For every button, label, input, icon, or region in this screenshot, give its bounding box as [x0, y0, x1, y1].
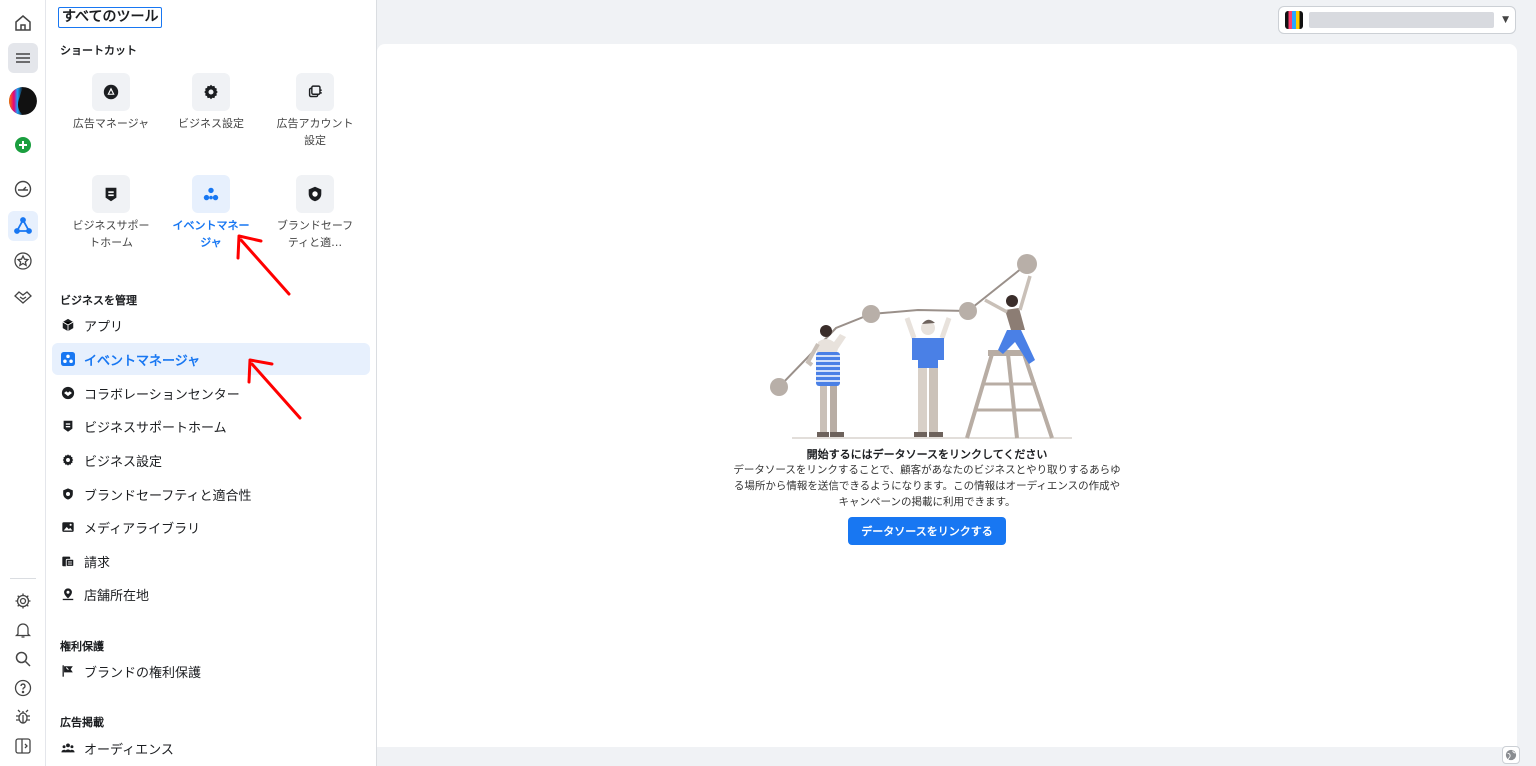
redacted-account-name: [1309, 12, 1495, 28]
help-icon[interactable]: [8, 673, 38, 703]
menu-item-business-settings[interactable]: ビジネス設定: [52, 444, 370, 476]
location-pin-icon: [60, 586, 76, 602]
menu-item-brand-safety[interactable]: ブランドセーフティと適合性: [52, 478, 370, 510]
shortcut-label: ビジネス設定: [178, 117, 244, 130]
panel-title: すべてのツール: [58, 7, 163, 28]
menu-item-collaboration-center[interactable]: コラボレーションセンター: [52, 377, 370, 409]
image-icon: [60, 519, 76, 535]
link-data-source-button[interactable]: データソースをリンクする: [848, 517, 1006, 545]
menu-item-label: コラボレーションセンター: [84, 387, 240, 403]
menu-item-store-locations[interactable]: 店舗所在地: [52, 578, 370, 610]
empty-state-illustration: [770, 254, 1072, 439]
events-manager-icon[interactable]: [8, 211, 38, 241]
advertising-heading: 広告掲載: [60, 716, 104, 729]
rights-protection-heading: 権利保護: [60, 640, 104, 653]
left-icon-rail: [0, 0, 46, 766]
business-account-selector[interactable]: ▼: [1278, 6, 1516, 34]
shortcut-events-manager[interactable]: イベントマネージャ: [161, 175, 261, 251]
events-manager-icon: [60, 351, 76, 367]
menu-item-audiences[interactable]: オーディエンス: [52, 732, 370, 764]
sidebar-toggle-icon[interactable]: [8, 731, 38, 761]
menu-item-media-library[interactable]: メディアライブラリ: [52, 511, 370, 543]
menu-item-events-manager[interactable]: イベントマネージャ: [52, 343, 370, 375]
shortcut-label: イベントマネージャ: [172, 219, 250, 249]
shortcuts-heading: ショートカット: [60, 44, 137, 57]
menu-item-label: オーディエンス: [84, 742, 174, 758]
empty-state-title: 開始するにはデータソースをリンクしてください: [806, 448, 1048, 461]
shortcut-ads-manager[interactable]: 広告マネージャ: [61, 73, 161, 132]
gear-icon: [60, 452, 76, 468]
star-badge-icon[interactable]: [8, 246, 38, 276]
shortcut-business-support-home[interactable]: ビジネスサポートホーム: [61, 175, 161, 251]
cube-icon: [60, 317, 76, 333]
top-bar: ▼: [377, 0, 1536, 44]
gauge-icon[interactable]: [8, 174, 38, 204]
search-icon[interactable]: [8, 644, 38, 674]
manage-business-heading: ビジネスを管理: [60, 294, 137, 307]
globe-icon[interactable]: [1502, 746, 1520, 764]
menu-item-brand-rights-protection[interactable]: ブランドの権利保護: [52, 655, 370, 687]
settings-gear-icon[interactable]: [8, 586, 38, 616]
business-logo: [1285, 11, 1303, 29]
menu-item-label: 店舗所在地: [84, 588, 150, 604]
shortcut-label: ビジネスサポートホーム: [72, 219, 150, 249]
main-content: 開始するにはデータソースをリンクしてください データソースをリンクすることで、顧…: [377, 44, 1517, 747]
business-avatar[interactable]: [8, 86, 38, 116]
shortcut-business-settings[interactable]: ビジネス設定: [161, 73, 261, 132]
create-plus-icon[interactable]: [8, 130, 38, 160]
home-icon[interactable]: [8, 8, 38, 38]
menu-item-label: 請求: [84, 555, 111, 571]
rail-divider: [10, 578, 36, 579]
billing-icon: [60, 553, 76, 569]
shortcut-ad-account-settings[interactable]: 広告アカウント設定: [265, 73, 365, 149]
shortcut-label: ブランドセーフティと適…: [276, 219, 354, 249]
menu-item-label: ブランドセーフティと適合性: [84, 488, 252, 504]
menu-item-label: イベントマネージャ: [84, 353, 201, 369]
chevron-down-icon: ▼: [1502, 15, 1509, 25]
shortcut-brand-safety[interactable]: ブランドセーフティと適…: [265, 175, 365, 251]
bug-report-icon[interactable]: [8, 702, 38, 732]
ads-manager-icon: [92, 73, 130, 111]
menu-item-business-support-home[interactable]: ビジネスサポートホーム: [52, 410, 370, 442]
shortcut-label: 広告マネージャ: [72, 117, 150, 130]
menu-item-label: メディアライブラリ: [84, 521, 201, 537]
business-support-icon: [60, 418, 76, 434]
flag-icon: [60, 663, 76, 679]
events-manager-icon: [192, 175, 230, 213]
menu-item-label: ビジネスサポートホーム: [84, 420, 227, 436]
all-tools-panel: すべてのツール ショートカット 広告マネージャ ビジネス設定 広告アカウント設定…: [46, 0, 377, 766]
menu-item-label: ビジネス設定: [84, 454, 163, 470]
menu-icon[interactable]: [8, 43, 38, 73]
notification-bell-icon[interactable]: [8, 615, 38, 645]
handshake-icon[interactable]: [8, 282, 38, 312]
shield-icon: [296, 175, 334, 213]
business-support-icon: [92, 175, 130, 213]
people-icon: [60, 740, 76, 756]
menu-item-label: ブランドの権利保護: [84, 665, 202, 681]
gear-icon: [192, 73, 230, 111]
menu-item-label: アプリ: [84, 319, 124, 335]
empty-state-description: データソースをリンクすることで、顧客があなたのビジネスとやり取りするあらゆる場所…: [733, 464, 1121, 508]
menu-item-billing[interactable]: 請求: [52, 545, 370, 577]
shield-icon: [60, 486, 76, 502]
handshake-icon: [60, 385, 76, 401]
shortcut-label: 広告アカウント設定: [276, 117, 354, 147]
menu-item-apps[interactable]: アプリ: [52, 309, 370, 341]
ad-account-settings-icon: [296, 73, 334, 111]
